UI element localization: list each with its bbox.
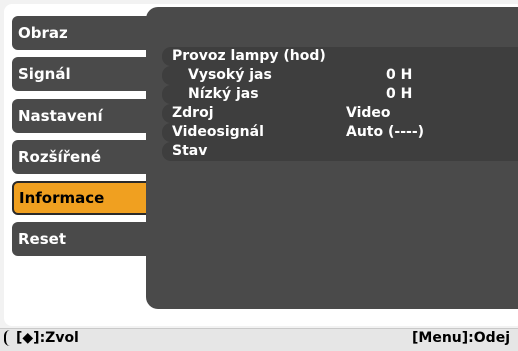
info-label: Vysoký jas xyxy=(188,67,272,83)
select-hint: [◆]:Zvol xyxy=(16,330,79,346)
info-value: Auto (----) xyxy=(346,124,425,140)
info-row-video-signal: Videosignál Auto (----) xyxy=(162,123,518,142)
info-value: Video xyxy=(346,105,391,121)
menu-item-signal[interactable]: Signál xyxy=(12,57,154,91)
info-row-low-brightness: Nízký jas 0 H xyxy=(162,85,518,104)
info-label: Nízký jas xyxy=(188,86,259,102)
info-label: Provoz lampy (hod) xyxy=(172,48,326,64)
menu-item-informace[interactable]: Informace xyxy=(12,181,154,215)
menu-item-reset[interactable]: Reset xyxy=(12,222,154,256)
info-label: Videosignál xyxy=(172,124,264,140)
menu-item-nastaveni[interactable]: Nastavení xyxy=(12,99,154,133)
info-row-lamp-hours: Provoz lampy (hod) xyxy=(162,47,518,66)
menu-item-obraz[interactable]: Obraz xyxy=(12,16,154,50)
menu-exit-hint: [Menu]:Odej xyxy=(412,330,510,346)
info-label: Stav xyxy=(172,143,208,159)
info-value: 0 H xyxy=(386,86,413,102)
info-row-source: Zdroj Video xyxy=(162,104,518,123)
menu-item-rozsirene[interactable]: Rozšířené xyxy=(12,140,154,174)
status-bracket xyxy=(4,330,12,346)
info-label: Zdroj xyxy=(172,105,214,121)
info-row-status: Stav xyxy=(162,142,518,161)
info-value: 0 H xyxy=(386,67,413,83)
info-panel: Provoz lampy (hod) Vysoký jas 0 H Nízký … xyxy=(146,7,518,309)
info-row-high-brightness: Vysoký jas 0 H xyxy=(162,66,518,85)
